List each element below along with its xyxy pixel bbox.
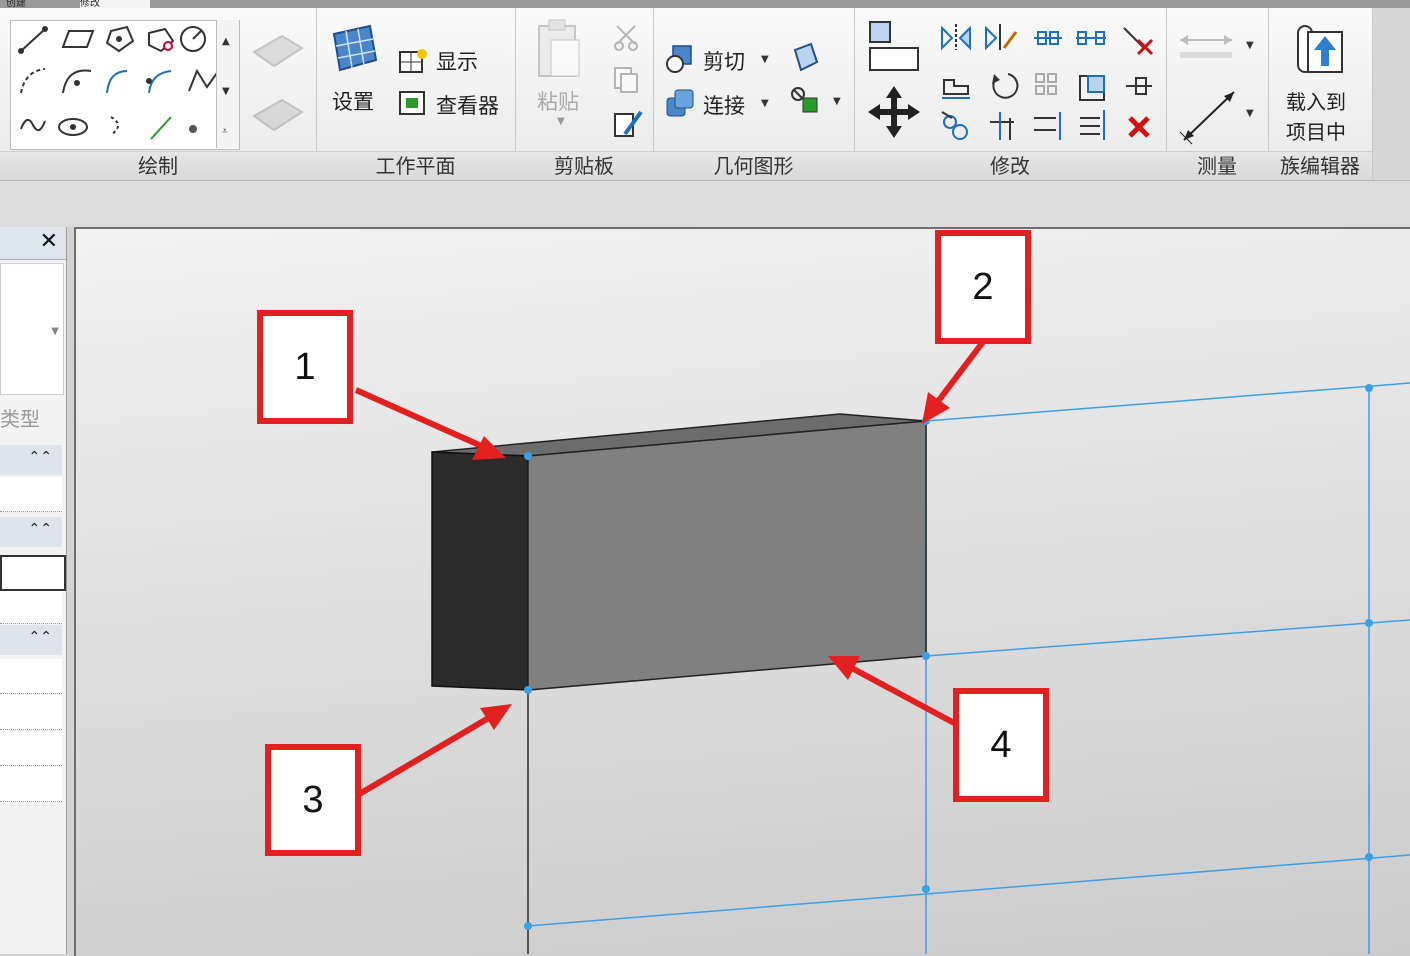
box-front-face[interactable] bbox=[527, 420, 927, 691]
callout-label-1: 1 bbox=[257, 310, 353, 424]
model-geometry bbox=[354, 340, 1410, 954]
callout-label-2: 2 bbox=[935, 230, 1031, 344]
extrusion-solid[interactable] bbox=[431, 413, 927, 691]
callout-label-3: 3 bbox=[265, 744, 361, 856]
callout-label-4: 4 bbox=[953, 688, 1049, 802]
box-side-face[interactable] bbox=[431, 451, 529, 691]
